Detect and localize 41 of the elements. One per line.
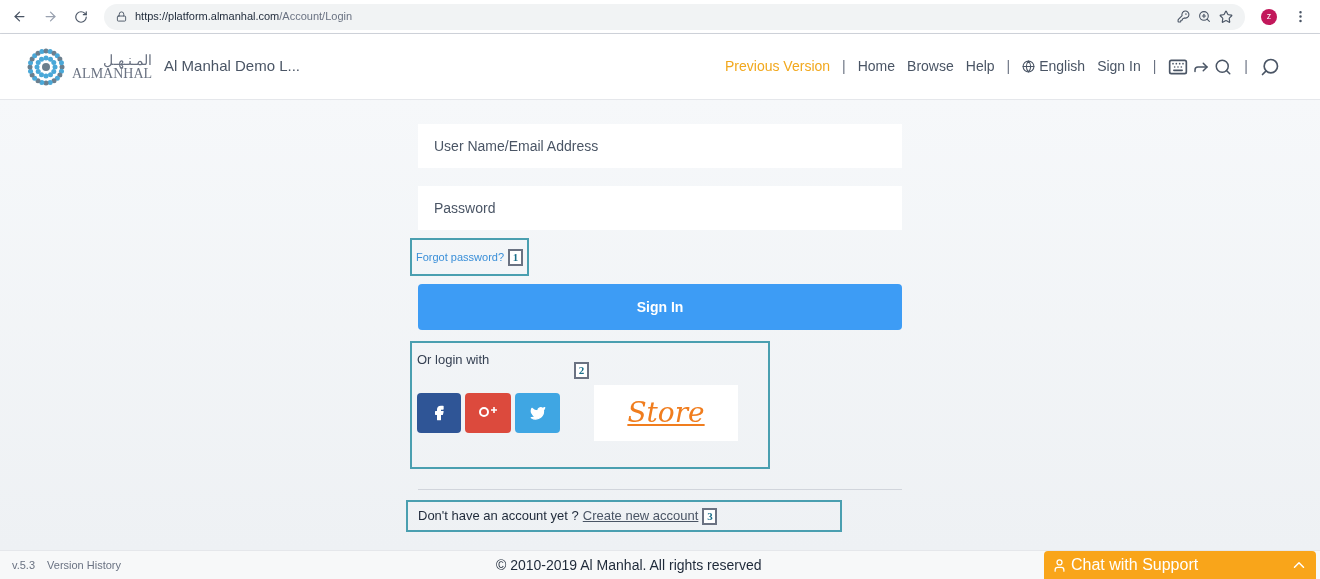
url-text: https://platform.almanhal.com/Account/Login [135,9,353,25]
callout-number: 3 [702,507,718,525]
or-login-text: Or login with [417,352,490,367]
search-icon[interactable] [1214,57,1233,76]
nav-link[interactable]: Home [857,56,896,77]
site-title: Al Manhal Demo L... [164,56,300,77]
callout-number: 1 [508,248,524,266]
username-field[interactable]: User Name/Email Address [418,124,902,168]
nav-separator: | [842,57,846,76]
nav-separator: | [1006,57,1011,76]
facebook-button[interactable] [417,393,461,433]
star-icon[interactable] [1219,9,1233,24]
globe-icon [1022,60,1036,73]
nav-link[interactable]: Browse [907,56,954,77]
nav-separator: | [1152,57,1157,76]
reload-icon[interactable] [74,9,88,24]
forward-icon[interactable] [43,9,58,24]
nav-link[interactable]: Help [965,56,995,77]
language-link[interactable]: English [1022,56,1086,77]
search-icon[interactable] [1260,56,1280,77]
profile-avatar[interactable]: z [1261,8,1277,25]
create-account-link[interactable]: Create new account [582,506,699,526]
twitter-icon [529,405,546,421]
version-history-link[interactable]: Version History [47,556,121,574]
nav-separator: | [1244,57,1248,76]
callout-number: 2 [574,361,589,379]
lock-icon [116,11,127,22]
google-plus-button[interactable] [465,393,511,433]
key-icon[interactable] [1177,10,1190,23]
zoom-icon[interactable] [1198,10,1211,23]
address-bar[interactable]: https://platform.almanhal.com/Account/Login [104,3,1245,30]
back-icon[interactable] [12,9,27,24]
logo-arabic-text: المـنـهـل [103,52,153,67]
no-account-text: Don't have an account yet ? [418,507,579,526]
copyright-text: © 2010-2019 Al Manhal. All rights reserved [496,555,762,575]
user-icon [1052,557,1067,573]
version-text: v.5.3 [12,557,36,573]
password-field[interactable]: Password [418,186,902,230]
google-plus-icon [478,406,498,420]
nav-link[interactable]: Sign In [1097,56,1141,77]
twitter-button[interactable] [515,393,560,433]
